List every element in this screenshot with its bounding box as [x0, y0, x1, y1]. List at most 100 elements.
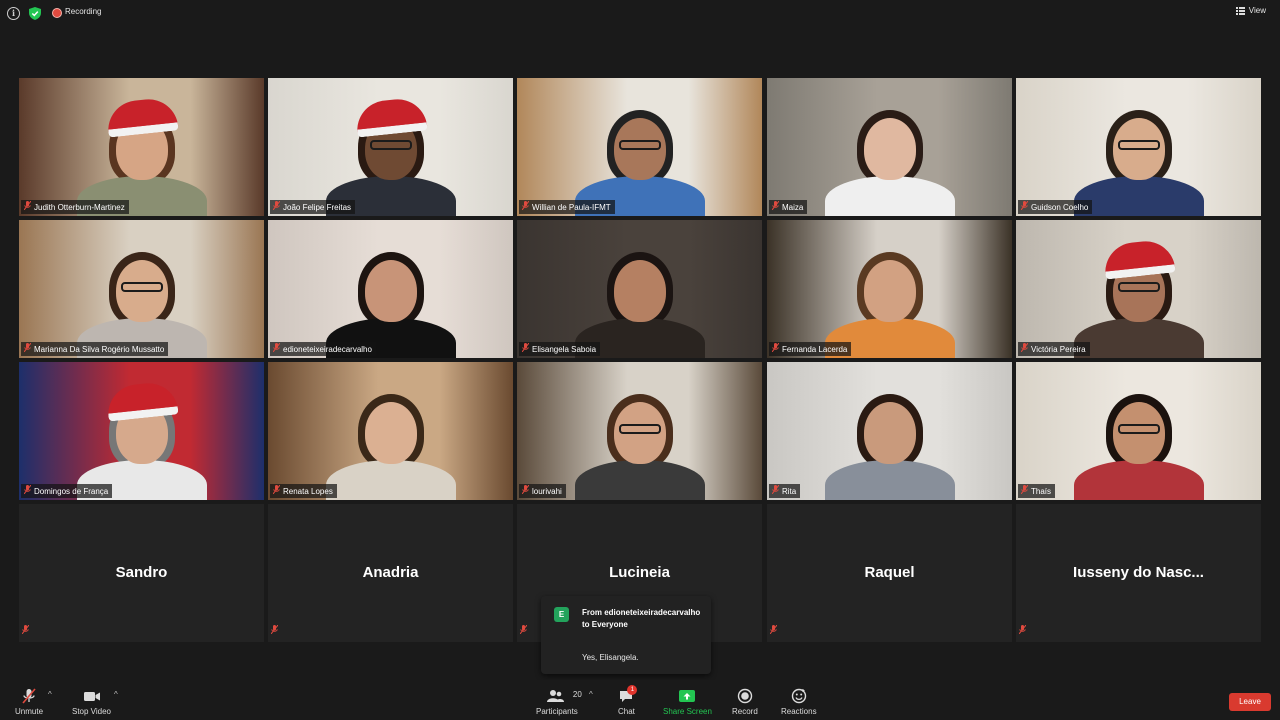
share-screen-icon: [679, 690, 696, 702]
muted-microphone-icon: [271, 621, 278, 639]
participant-name-tag: Victória Pereira: [1018, 342, 1090, 356]
muted-microphone-icon: [1019, 621, 1026, 639]
muted-microphone-icon: [1021, 485, 1028, 497]
participant-video-tile[interactable]: Thaís: [1016, 362, 1261, 500]
participant-name: Willian de Paula-IFMT: [532, 202, 611, 212]
participant-name-tag: João Felipe Freitas: [270, 200, 356, 214]
participants-label: Participants: [536, 707, 578, 716]
participant-video-feed: [574, 380, 705, 500]
participant-name-tag: lourivahi: [519, 484, 566, 498]
muted-microphone-icon: [22, 621, 29, 639]
sender-avatar: E: [554, 607, 569, 622]
participant-name-tile[interactable]: Iusseny do Nasc...: [1016, 504, 1261, 642]
unmute-label: Unmute: [15, 707, 44, 716]
participant-name-tile[interactable]: Raquel: [767, 504, 1012, 642]
participant-video-tile[interactable]: lourivahi: [517, 362, 762, 500]
muted-microphone-icon: [772, 201, 779, 213]
participant-video-tile[interactable]: Renata Lopes: [268, 362, 513, 500]
participant-name: edioneteixeiradecarvalho: [283, 344, 372, 354]
stop-video-button[interactable]: Stop Video: [72, 688, 111, 716]
meeting-controls-toolbar: Unmute ^ Stop Video ^ 20 Participants ^ …: [0, 680, 1280, 720]
participant-video-tile[interactable]: Victória Pereira: [1016, 220, 1261, 358]
participants-options-chevron-icon[interactable]: ^: [589, 690, 593, 699]
participant-video-feed: [76, 238, 207, 358]
share-screen-button[interactable]: Share Screen: [663, 688, 712, 716]
muted-microphone-icon: [520, 621, 527, 639]
view-button[interactable]: View: [1235, 6, 1266, 15]
participant-name-tag: Maiza: [769, 200, 808, 214]
participant-video-feed: [574, 96, 705, 216]
participant-video-feed: [1073, 238, 1204, 358]
participant-name-tag: Renata Lopes: [270, 484, 337, 498]
recording-label: Recording: [65, 7, 102, 16]
participant-display-name: Anadria: [362, 564, 419, 581]
participant-name: João Felipe Freitas: [283, 202, 352, 212]
participant-name: Thaís: [1031, 486, 1052, 496]
participant-video-tile[interactable]: Guidson Coelho: [1016, 78, 1261, 216]
participant-name: Maiza: [782, 202, 804, 212]
leave-button[interactable]: Leave: [1229, 693, 1271, 711]
participants-icon: [546, 690, 564, 702]
muted-microphone-icon: [273, 485, 280, 497]
participant-name: Domingos de França: [34, 486, 109, 496]
participant-video-feed: [76, 96, 207, 216]
participants-button[interactable]: 20 Participants: [536, 688, 582, 716]
participants-count: 20: [572, 690, 582, 699]
participant-video-tile[interactable]: Elisangela Saboia: [517, 220, 762, 358]
muted-microphone-icon: [24, 485, 31, 497]
participant-display-name: Lucineia: [609, 564, 670, 581]
participant-name-tag: Rita: [769, 484, 801, 498]
video-camera-icon: [83, 692, 100, 701]
participant-name-tag: Elisangela Saboia: [519, 342, 601, 356]
participant-name-tag: Fernanda Lacerda: [769, 342, 852, 356]
participant-video-tile[interactable]: João Felipe Freitas: [268, 78, 513, 216]
stop-video-label: Stop Video: [72, 707, 111, 716]
participant-name: Marianna Da Silva Rogério Mussatto: [34, 344, 165, 354]
muted-microphone-icon: [273, 343, 280, 355]
participant-name: lourivahi: [532, 486, 562, 496]
muted-microphone-icon: [772, 343, 779, 355]
participant-name-tile[interactable]: Sandro: [19, 504, 264, 642]
reactions-button[interactable]: Reactions: [781, 688, 817, 716]
chat-button[interactable]: 1 Chat: [618, 685, 638, 716]
participant-video-tile[interactable]: edioneteixeiradecarvalho: [268, 220, 513, 358]
chat-notification-header: From edioneteixeiradecarvalho to Everyon…: [582, 608, 701, 629]
participant-video-tile[interactable]: Fernanda Lacerda: [767, 220, 1012, 358]
record-button[interactable]: Record: [732, 688, 758, 716]
participant-video-tile[interactable]: Judith Otterburn-Martinez: [19, 78, 264, 216]
participant-video-feed: [325, 96, 456, 216]
encryption-shield-icon[interactable]: [29, 7, 41, 20]
muted-microphone-icon: [522, 343, 529, 355]
muted-microphone-icon: [770, 621, 777, 639]
participant-display-name: Sandro: [115, 564, 168, 581]
muted-microphone-icon: [522, 485, 529, 497]
participant-video-feed: [824, 380, 955, 500]
participant-display-name: Raquel: [864, 564, 915, 581]
participant-video-tile[interactable]: Marianna Da Silva Rogério Mussatto: [19, 220, 264, 358]
view-label: View: [1248, 6, 1266, 15]
grid-view-icon: [1235, 6, 1245, 15]
emoji-reaction-icon: [791, 688, 806, 704]
participant-name-tile[interactable]: Anadria: [268, 504, 513, 642]
muted-microphone-icon: [24, 201, 31, 213]
participant-video-feed: [1073, 96, 1204, 216]
share-screen-label: Share Screen: [663, 707, 712, 716]
meeting-top-bar: i Recording View: [0, 0, 1280, 26]
record-label: Record: [732, 707, 758, 716]
participant-name: Elisangela Saboia: [532, 344, 597, 354]
participant-video-feed: [824, 96, 955, 216]
info-icon[interactable]: i: [7, 7, 20, 20]
audio-options-chevron-icon[interactable]: ^: [48, 690, 52, 699]
participant-video-tile[interactable]: Willian de Paula-IFMT: [517, 78, 762, 216]
participant-video-tile[interactable]: Maiza: [767, 78, 1012, 216]
unmute-button[interactable]: Unmute: [15, 688, 43, 716]
chat-notification[interactable]: E From edioneteixeiradecarvalho to Every…: [541, 596, 711, 674]
participant-video-tile[interactable]: Rita: [767, 362, 1012, 500]
muted-microphone-icon: [772, 485, 779, 497]
participant-name-tag: Judith Otterburn-Martinez: [21, 200, 129, 214]
reactions-label: Reactions: [781, 707, 817, 716]
recording-indicator-icon: [52, 8, 62, 18]
muted-microphone-icon: [522, 201, 529, 213]
video-options-chevron-icon[interactable]: ^: [114, 690, 118, 699]
participant-video-tile[interactable]: Domingos de França: [19, 362, 264, 500]
